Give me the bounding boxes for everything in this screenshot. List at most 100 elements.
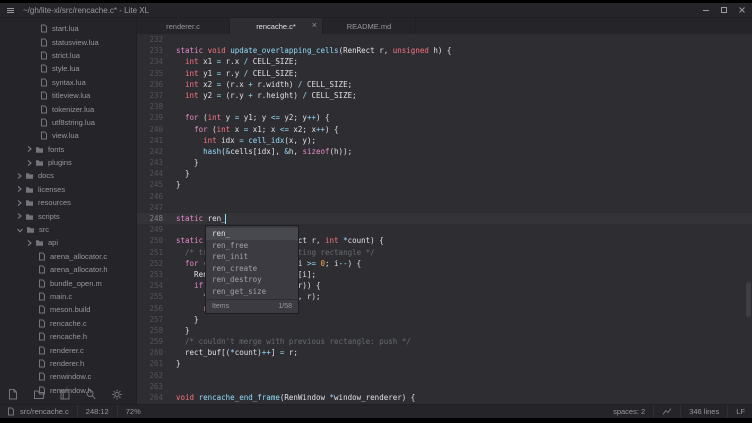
code-line-241[interactable]: 241 int idx = cell_idx(x, y); xyxy=(137,135,752,146)
code-line-264[interactable]: 264void rencache_end_frame(RenWindow *wi… xyxy=(137,392,752,403)
line-number: 241 xyxy=(137,135,176,146)
tree-file-start-lua[interactable]: start.lua xyxy=(0,22,136,35)
code-line-233[interactable]: 233static void update_overlapping_cells(… xyxy=(137,45,752,56)
status-indent-mode[interactable]: spaces: 2 xyxy=(613,407,645,416)
autocomplete-item-ren-get-size[interactable]: ren_get_size xyxy=(206,286,298,298)
search-icon[interactable] xyxy=(85,388,97,401)
code-line-240[interactable]: 240 for (int x = x1; x <= x2; x++) { xyxy=(137,124,752,135)
tree-folder-api[interactable]: api xyxy=(0,236,136,249)
new-file-icon[interactable] xyxy=(7,388,19,401)
code-editor[interactable]: 232233static void update_overlapping_cel… xyxy=(137,34,752,404)
settings-icon[interactable] xyxy=(111,388,123,401)
autocomplete-item-ren-destroy[interactable]: ren_destroy xyxy=(206,274,298,286)
code-line-245[interactable]: 245} xyxy=(137,179,752,190)
line-text: int y1 = r.y / CELL_SIZE; xyxy=(176,68,752,79)
status-cursor-position[interactable]: 248:12 xyxy=(86,407,109,416)
line-number: 237 xyxy=(137,90,176,101)
code-line-262[interactable]: 262 xyxy=(137,370,752,381)
graph-icon[interactable] xyxy=(662,407,672,416)
line-text: /* couldn't merge with previous rectangl… xyxy=(176,336,752,347)
tree-file-syntax-lua[interactable]: syntax.lua xyxy=(0,76,136,89)
code-line-263[interactable]: 263 xyxy=(137,381,752,392)
tree-file-bundle-open-m[interactable]: bundle_open.m xyxy=(0,276,136,289)
tree-folder-fonts[interactable]: fonts xyxy=(0,143,136,156)
line-number: 263 xyxy=(137,381,176,392)
tree-file-rencache-c[interactable]: rencache.c xyxy=(0,317,136,330)
file-tree-sidebar: start.lua statusview.lua strict.luastyle.l… xyxy=(0,18,137,404)
code-line-236[interactable]: 236 int x2 = (r.x + r.width) / CELL_SIZE… xyxy=(137,79,752,90)
code-line-238[interactable]: 238 xyxy=(137,101,752,112)
tree-file-renwindow-c[interactable]: renwindow.c xyxy=(0,370,136,383)
tree-file-renderer-h[interactable]: renderer.h xyxy=(0,357,136,370)
line-text xyxy=(176,370,752,381)
code-line-247[interactable]: 247 xyxy=(137,202,752,213)
editor-scrollbar[interactable] xyxy=(746,282,751,317)
tree-item-label: statusview.lua xyxy=(52,38,99,47)
tab-close-icon[interactable]: × xyxy=(312,20,317,31)
tree-folder-resources[interactable]: resources xyxy=(0,196,136,209)
tree-folder-licenses[interactable]: licenses xyxy=(0,183,136,196)
code-line-244[interactable]: 244 } xyxy=(137,168,752,179)
tab-rencache-c[interactable]: rencache.c*× xyxy=(230,18,323,34)
book-icon[interactable] xyxy=(59,388,71,401)
code-line-258[interactable]: 258 } xyxy=(137,325,752,336)
status-filename[interactable]: src/rencache.c xyxy=(20,407,69,416)
line-text: void rencache_end_frame(RenWindow *windo… xyxy=(176,392,752,403)
tree-file-utf8string-lua[interactable]: utf8string.lua xyxy=(0,116,136,129)
code-line-237[interactable]: 237 int y2 = (r.y + r.height) / CELL_SIZ… xyxy=(137,90,752,101)
code-line-260[interactable]: 260 rect_buf[(*count)++] = r; xyxy=(137,347,752,358)
tab-renderer-c[interactable]: renderer.c xyxy=(137,18,230,34)
code-line-235[interactable]: 235 int y1 = r.y / CELL_SIZE; xyxy=(137,68,752,79)
autocomplete-item-ren-free[interactable]: ren_free xyxy=(206,240,298,252)
autocomplete-item-ren-create[interactable]: ren_create xyxy=(206,263,298,275)
tree-file-strict-lua[interactable]: strict.lua xyxy=(0,49,136,62)
tree-item-label: meson.build xyxy=(50,305,90,314)
code-line-243[interactable]: 243 } xyxy=(137,157,752,168)
code-line-259[interactable]: 259 /* couldn't merge with previous rect… xyxy=(137,336,752,347)
line-text xyxy=(176,381,752,392)
close-icon[interactable] xyxy=(738,6,746,14)
autocomplete-item-ren[interactable]: ren_ xyxy=(206,228,298,240)
open-folder-icon[interactable] xyxy=(33,388,45,401)
status-scroll-percent[interactable]: 72% xyxy=(126,407,141,416)
code-line-234[interactable]: 234 int x1 = r.x / CELL_SIZE; xyxy=(137,56,752,67)
code-line-232[interactable]: 232 xyxy=(137,34,752,45)
maximize-icon[interactable] xyxy=(720,6,728,14)
folder-icon xyxy=(25,212,34,221)
status-divider xyxy=(727,405,728,418)
tab-readme-md[interactable]: README.md xyxy=(323,18,416,34)
tree-file-style-lua[interactable]: style.lua xyxy=(0,62,136,75)
code-line-257[interactable]: 257 } xyxy=(137,314,752,325)
tree-folder-plugins[interactable]: plugins xyxy=(0,156,136,169)
tree-folder-src[interactable]: src xyxy=(0,223,136,236)
menu-icon[interactable] xyxy=(6,6,15,15)
autocomplete-count: 1/58 xyxy=(278,303,292,310)
tree-file-arena-allocator-c[interactable]: arena_allocator.c xyxy=(0,250,136,263)
file-icon xyxy=(38,359,46,368)
lite-xl-window: ~/gh/lite-xl/src/rencache.c* - Lite XL s… xyxy=(0,3,752,416)
tree-file-view-lua[interactable]: view.lua xyxy=(0,129,136,142)
tree-file-renderer-c[interactable]: renderer.c xyxy=(0,343,136,356)
tree-file-meson-build[interactable]: meson.build xyxy=(0,303,136,316)
line-text: for (int x = x1; x <= x2; x++) { xyxy=(176,124,752,135)
line-text xyxy=(176,202,752,213)
tree-file-rencache-h[interactable]: rencache.h xyxy=(0,330,136,343)
code-line-246[interactable]: 246 xyxy=(137,191,752,202)
code-line-239[interactable]: 239 for (int y = y1; y <= y2; y++) { xyxy=(137,112,752,123)
tree-folder-docs[interactable]: docs xyxy=(0,169,136,182)
minimize-icon[interactable] xyxy=(702,6,710,14)
status-line-ending[interactable]: LF xyxy=(736,407,745,416)
tree-file-statusview-lua[interactable]: statusview.lua xyxy=(0,35,136,48)
tree-file-titleview-lua[interactable]: titleview.lua xyxy=(0,89,136,102)
status-line-count[interactable]: 346 lines xyxy=(689,407,719,416)
text-caret xyxy=(225,214,226,224)
tree-folder-scripts[interactable]: scripts xyxy=(0,209,136,222)
tree-file-tokenizer-lua[interactable]: tokenizer.lua xyxy=(0,102,136,115)
code-line-242[interactable]: 242 hash(&cells[idx], &h, sizeof(h)); xyxy=(137,146,752,157)
code-line-261[interactable]: 261} xyxy=(137,358,752,369)
tree-file-arena-allocator-h[interactable]: arena_allocator.h xyxy=(0,263,136,276)
tree-file-main-c[interactable]: main.c xyxy=(0,290,136,303)
tree-item-label: bundle_open.m xyxy=(50,279,102,288)
code-line-248[interactable]: 248static ren_ xyxy=(137,213,752,224)
autocomplete-item-ren-init[interactable]: ren_init xyxy=(206,251,298,263)
